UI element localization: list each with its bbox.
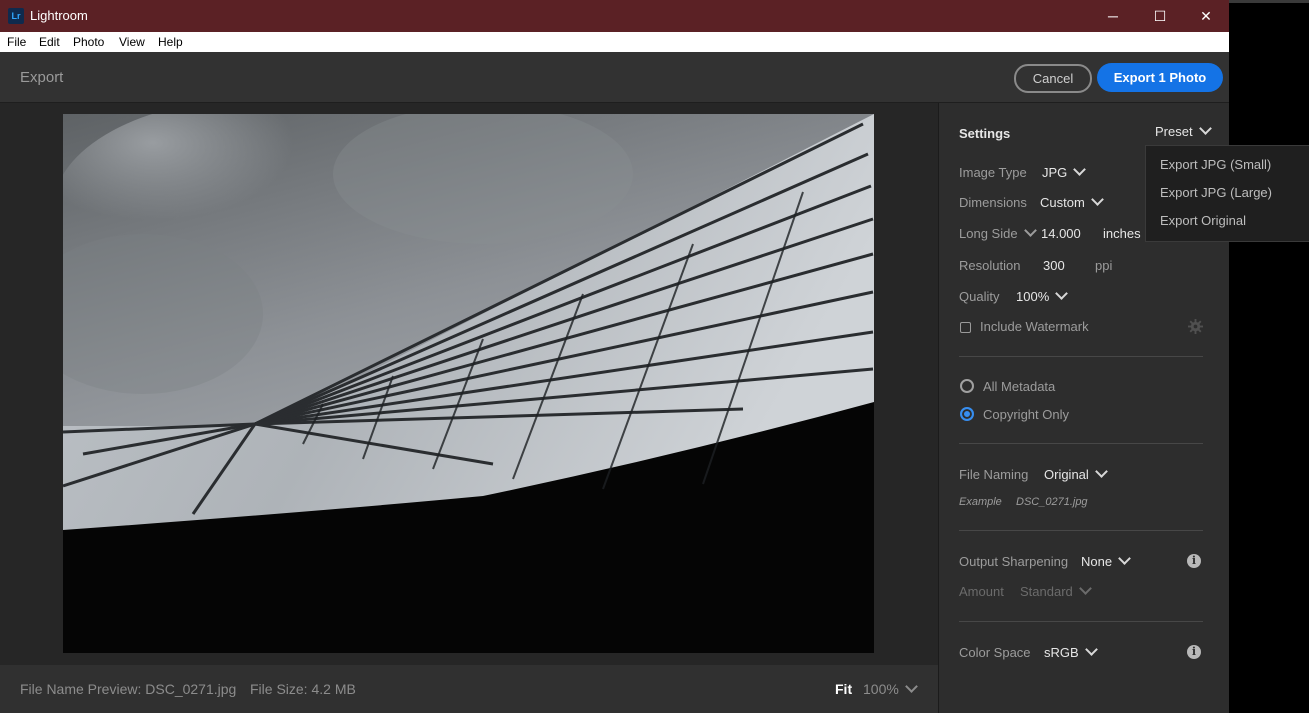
output-sharpening-dropdown[interactable]: None xyxy=(1081,552,1131,569)
gear-icon[interactable] xyxy=(1188,319,1203,334)
title-bar: Lr Lightroom ─ ☐ ✕ xyxy=(0,0,1229,32)
menu-photo[interactable]: Photo xyxy=(73,35,104,49)
preset-option-export-original[interactable]: Export Original xyxy=(1160,213,1246,228)
export-title: Export xyxy=(20,69,64,86)
file-naming-label: File Naming xyxy=(959,467,1029,482)
image-type-label: Image Type xyxy=(959,165,1027,180)
quality-label: Quality xyxy=(959,289,1000,304)
desktop-background xyxy=(1229,0,1309,713)
cancel-button[interactable]: Cancel xyxy=(1014,64,1092,93)
menu-help[interactable]: Help xyxy=(158,35,183,49)
preset-menu: Export JPG (Small) Export JPG (Large) Ex… xyxy=(1145,145,1309,242)
divider xyxy=(959,443,1203,444)
dimensions-value: Custom xyxy=(1040,195,1085,210)
status-bar: File Name Preview: DSC_0271.jpg File Siz… xyxy=(0,665,938,713)
output-sharpening-label: Output Sharpening xyxy=(959,554,1069,569)
export-dialog: Lr Lightroom ─ ☐ ✕ File Edit Photo View … xyxy=(0,0,1230,713)
chevron-down-icon xyxy=(1094,465,1108,478)
quality-dropdown[interactable]: 100% xyxy=(1016,287,1069,304)
close-icon: ✕ xyxy=(1200,7,1212,24)
divider xyxy=(959,621,1203,622)
menu-file[interactable]: File xyxy=(7,35,26,49)
chevron-down-icon xyxy=(1023,224,1037,237)
amount-value: Standard xyxy=(1020,584,1073,599)
dimensions-label: Dimensions xyxy=(959,195,1027,210)
lightroom-logo: Lr xyxy=(8,8,24,24)
maximize-icon: ☐ xyxy=(1153,7,1167,24)
file-size: File Size: 4.2 MB xyxy=(250,681,356,697)
menu-bar: File Edit Photo View Help xyxy=(0,32,1229,53)
image-type-dropdown[interactable]: JPG xyxy=(1042,163,1087,180)
divider xyxy=(959,356,1203,357)
copyright-only-radio[interactable] xyxy=(960,407,974,421)
resolution-label: Resolution xyxy=(959,258,1021,273)
preset-option-export-jpg-large[interactable]: Export JPG (Large) xyxy=(1160,185,1272,200)
long-side-unit: inches xyxy=(1103,226,1141,241)
chevron-down-icon xyxy=(904,680,918,693)
color-space-value: sRGB xyxy=(1044,645,1079,660)
photo-image xyxy=(63,114,874,653)
all-metadata-label: All Metadata xyxy=(983,379,1056,394)
long-side-input[interactable]: 14.000 xyxy=(1041,226,1081,241)
settings-title: Settings xyxy=(959,126,1011,141)
info-icon[interactable]: i xyxy=(1187,645,1201,659)
maximize-button[interactable]: ☐ xyxy=(1137,0,1183,32)
dimensions-dropdown[interactable]: Custom xyxy=(1040,193,1104,210)
menu-view[interactable]: View xyxy=(119,35,145,49)
color-space-dropdown[interactable]: sRGB xyxy=(1044,643,1098,660)
zoom-value: 100% xyxy=(863,681,899,697)
preset-label: Preset xyxy=(1155,124,1193,139)
fit-button[interactable]: Fit xyxy=(835,681,852,697)
preset-dropdown[interactable]: Preset xyxy=(1155,122,1212,139)
chevron-down-icon xyxy=(1090,193,1104,206)
export-photo-button[interactable]: Export 1 Photo xyxy=(1097,63,1223,92)
resolution-unit: ppi xyxy=(1095,258,1113,273)
chevron-down-icon xyxy=(1073,163,1087,176)
file-naming-dropdown[interactable]: Original xyxy=(1044,465,1108,482)
minimize-icon: ─ xyxy=(1108,8,1118,24)
chevron-down-icon xyxy=(1198,122,1212,135)
chevron-down-icon xyxy=(1084,643,1098,656)
watermark-checkbox[interactable] xyxy=(960,322,971,333)
file-naming-value: Original xyxy=(1044,467,1089,482)
chevron-down-icon xyxy=(1055,287,1069,300)
close-button[interactable]: ✕ xyxy=(1183,0,1229,32)
amount-label: Amount xyxy=(959,584,1004,599)
preset-option-export-jpg-small[interactable]: Export JPG (Small) xyxy=(1160,157,1271,172)
image-type-value: JPG xyxy=(1042,165,1068,180)
color-space-label: Color Space xyxy=(959,645,1031,660)
long-side-dropdown[interactable]: Long Side xyxy=(959,224,1037,241)
menu-edit[interactable]: Edit xyxy=(39,35,60,49)
chevron-down-icon xyxy=(1118,552,1131,565)
resolution-input[interactable]: 300 xyxy=(1043,258,1065,273)
example-value: DSC_0271.jpg xyxy=(1016,496,1088,508)
amount-dropdown: Standard xyxy=(1020,582,1092,599)
divider xyxy=(959,530,1203,531)
chevron-down-icon xyxy=(1078,582,1092,595)
watermark-label: Include Watermark xyxy=(980,319,1089,334)
output-sharpening-value: None xyxy=(1081,554,1113,569)
photo-preview xyxy=(63,114,874,653)
quality-value: 100% xyxy=(1016,289,1050,304)
file-name-preview: File Name Preview: DSC_0271.jpg xyxy=(20,681,237,697)
long-side-label: Long Side xyxy=(959,226,1018,241)
all-metadata-radio[interactable] xyxy=(960,379,974,393)
app-title: Lightroom xyxy=(30,8,88,23)
info-icon[interactable]: i xyxy=(1187,554,1201,568)
desktop-strip xyxy=(1229,0,1309,3)
export-header: Export Cancel Export 1 Photo xyxy=(0,52,1229,103)
minimize-button[interactable]: ─ xyxy=(1090,0,1136,32)
zoom-dropdown[interactable]: 100% xyxy=(863,680,918,697)
copyright-only-label: Copyright Only xyxy=(983,407,1069,422)
example-label: Example xyxy=(959,496,1002,508)
